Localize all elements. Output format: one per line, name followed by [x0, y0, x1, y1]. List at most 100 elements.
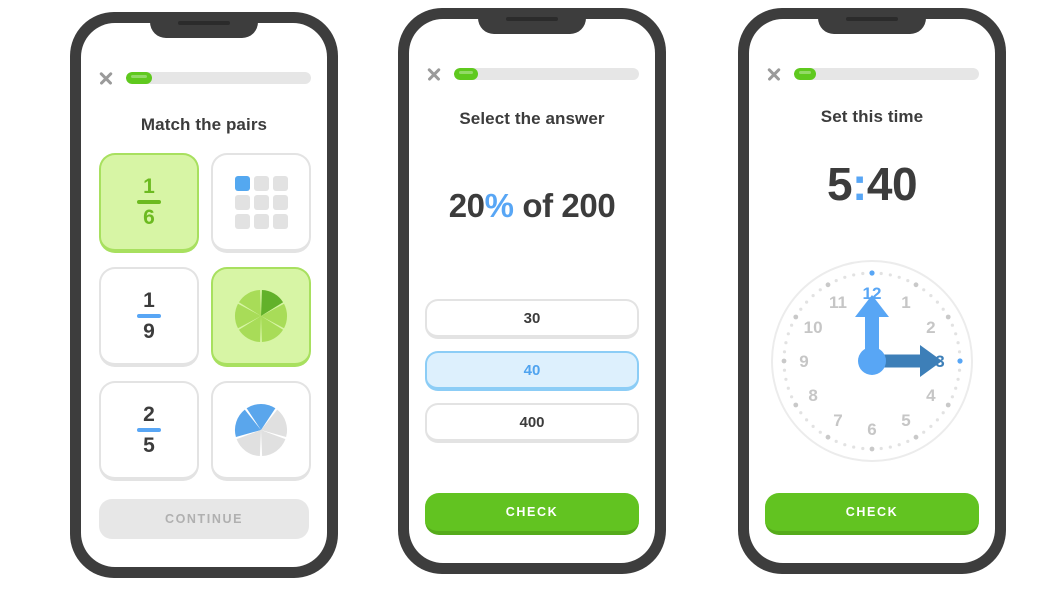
- clock-tick: [818, 430, 822, 434]
- clock-tick: [805, 418, 809, 422]
- clock-tick: [888, 273, 892, 277]
- clock-tick: [799, 307, 803, 311]
- equation-lead: 20: [448, 187, 485, 224]
- progress-bar-fill: [454, 68, 479, 80]
- close-icon[interactable]: [425, 65, 443, 83]
- clock-tick: [945, 402, 951, 408]
- progress-bar-fill: [794, 68, 817, 80]
- answer-options-list: 30 40 400: [425, 299, 639, 443]
- grid-cell: [253, 213, 269, 229]
- clock-tick: [956, 341, 960, 345]
- fraction: 1 9: [137, 290, 161, 342]
- fraction-numerator: 1: [143, 175, 155, 199]
- phone-screen: Set this time 5:40 121234567891011 CHECK: [749, 19, 995, 563]
- match-card-fraction-1-6[interactable]: 1 6: [99, 153, 199, 253]
- clock-tick: [879, 446, 883, 451]
- fraction-bar: [137, 428, 161, 432]
- time-minutes: 40: [866, 158, 918, 210]
- grid-cell: [234, 213, 250, 229]
- clock-hour-label: 8: [808, 386, 817, 405]
- percent-symbol: %: [484, 187, 514, 224]
- fraction-bar: [137, 314, 161, 318]
- clock-hour-label: 10: [804, 318, 823, 337]
- pie-five-sector-icon: [234, 403, 288, 457]
- close-icon[interactable]: [97, 69, 115, 87]
- clock-tick: [843, 275, 847, 279]
- clock-tick: [941, 307, 945, 311]
- clock-hour-label: 4: [926, 386, 936, 405]
- clock-tick: [929, 294, 933, 298]
- match-card-fraction-2-5[interactable]: 2 5: [99, 381, 199, 481]
- analog-clock[interactable]: 121234567891011: [768, 257, 976, 465]
- clock-tick: [782, 350, 787, 354]
- phone-screen: Match the pairs 1 6 1 9 2 5 CONTINUE: [81, 23, 327, 567]
- speaker-slit: [506, 17, 558, 21]
- clock-tick: [852, 445, 856, 449]
- check-button[interactable]: CHECK: [765, 493, 979, 535]
- progress-gloss: [459, 70, 474, 74]
- clock-tick: [786, 386, 790, 390]
- page-title: Set this time: [820, 107, 924, 126]
- match-card-fraction-1-9[interactable]: 1 9: [99, 267, 199, 367]
- phone-mockup-match-pairs: Match the pairs 1 6 1 9 2 5 CONTINUE: [70, 12, 338, 578]
- fraction-numerator: 1: [143, 289, 155, 313]
- phone-notch: [818, 8, 926, 34]
- match-card-grid: 1 6 1 9 2 5: [99, 153, 311, 481]
- clock-tick: [879, 271, 883, 276]
- top-bar: [81, 67, 327, 89]
- progress-bar-fill: [126, 72, 152, 84]
- digital-time-display: 5:40: [749, 161, 995, 207]
- clock-tick: [913, 282, 919, 288]
- clock-tick: [956, 377, 960, 381]
- speaker-slit: [846, 17, 898, 21]
- fraction-denominator: 6: [143, 205, 155, 229]
- clock-tick: [950, 323, 954, 327]
- answer-option-40[interactable]: 40: [425, 351, 639, 391]
- clock-tick: [805, 300, 809, 304]
- clock-tick: [861, 446, 865, 451]
- clock-tick: [957, 350, 962, 354]
- clock-hour-label: 2: [926, 318, 935, 337]
- grid-cell: [234, 194, 250, 210]
- clock-tick: [834, 279, 838, 283]
- fraction-bar: [137, 200, 161, 204]
- answer-option-30[interactable]: 30: [425, 299, 639, 339]
- clock-tick: [935, 418, 939, 422]
- clock-tick: [834, 439, 838, 443]
- match-card-grid-1-of-9[interactable]: [211, 153, 311, 253]
- clock-tick: [818, 288, 822, 292]
- check-button[interactable]: CHECK: [425, 493, 639, 535]
- clock-tick: [793, 314, 799, 320]
- progress-bar: [126, 72, 311, 84]
- fraction: 2 5: [137, 404, 161, 456]
- phone-notch: [478, 8, 586, 34]
- clock-tick: [888, 445, 892, 449]
- top-bar: [749, 63, 995, 85]
- fraction: 1 6: [137, 176, 161, 228]
- clock-tick: [781, 358, 787, 364]
- clock-tick: [941, 411, 945, 415]
- progress-bar: [454, 68, 639, 80]
- top-bar: [409, 63, 655, 85]
- clock-tick: [935, 300, 939, 304]
- match-card-pie-2-of-5[interactable]: [211, 381, 311, 481]
- clock-tick: [811, 424, 815, 428]
- clock-face[interactable]: 121234567891011: [768, 257, 976, 465]
- fraction-denominator: 9: [143, 319, 155, 343]
- match-card-pie-1-of-6[interactable]: [211, 267, 311, 367]
- phone-screen: Select the answer 20% of 200 30 40 400 C…: [409, 19, 655, 563]
- phone-notch: [150, 12, 258, 38]
- clock-center-knob: [858, 347, 886, 375]
- clock-hour-label: 6: [867, 420, 876, 439]
- progress-bar: [794, 68, 979, 80]
- close-icon[interactable]: [765, 65, 783, 83]
- continue-button[interactable]: CONTINUE: [99, 499, 309, 539]
- equation-tail: of 200: [513, 187, 616, 224]
- grid-nine-icon: [234, 175, 288, 229]
- clock-tick: [913, 434, 919, 440]
- pie-six-sector-icon: [234, 289, 288, 343]
- answer-option-400[interactable]: 400: [425, 403, 639, 443]
- clock-tick: [790, 395, 794, 399]
- grid-cell: [272, 213, 288, 229]
- clock-tick-highlighted: [869, 270, 875, 276]
